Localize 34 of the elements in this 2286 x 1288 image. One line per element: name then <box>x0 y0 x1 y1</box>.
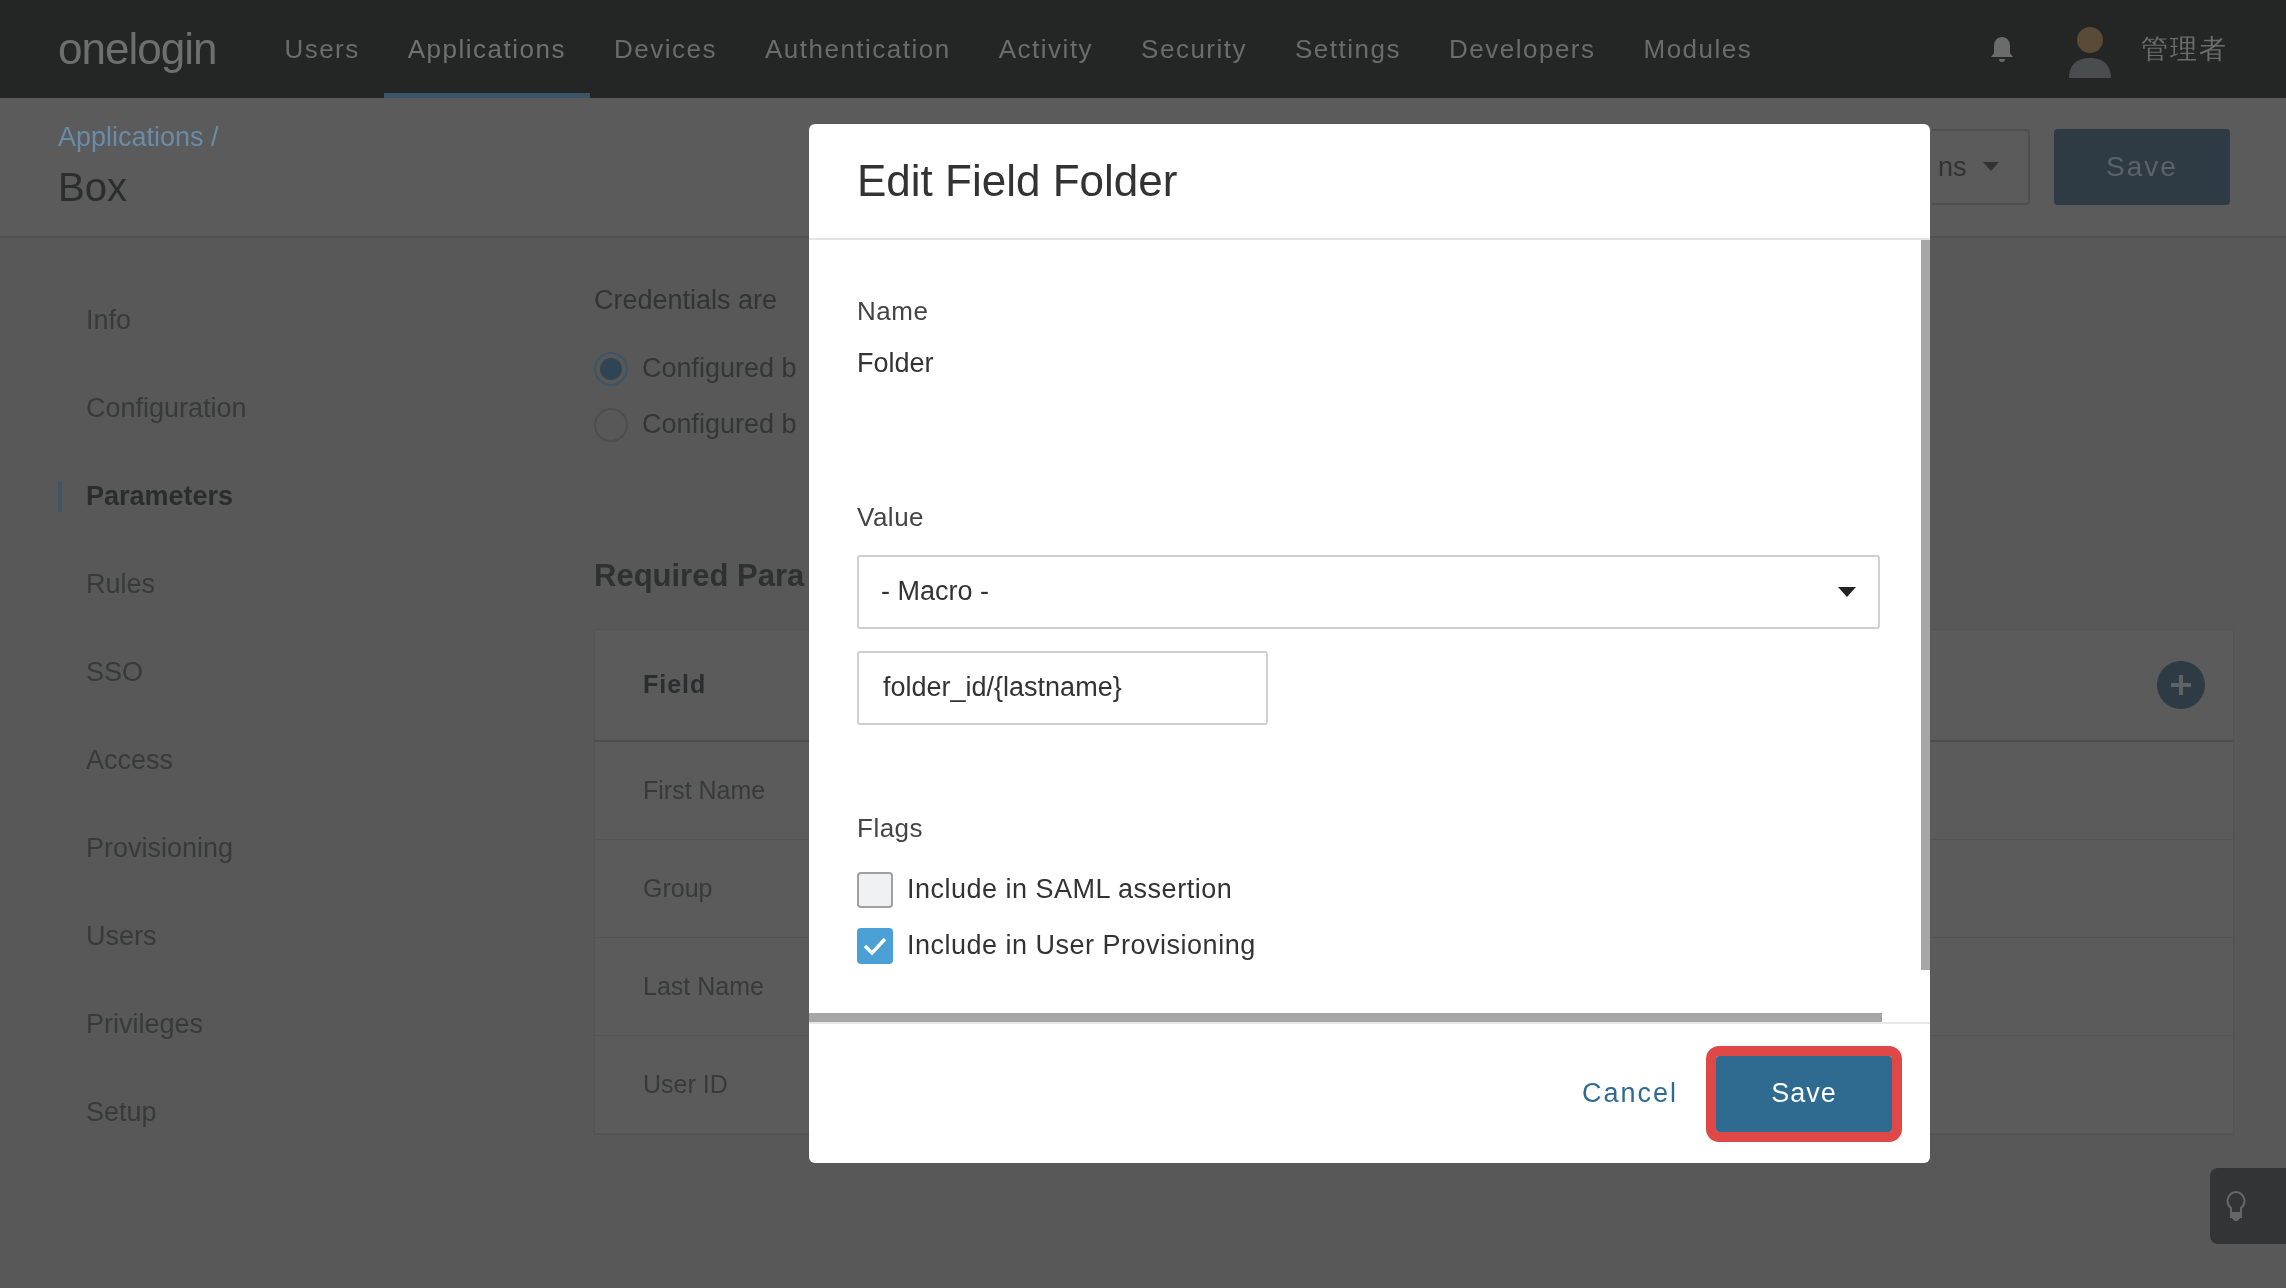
nav-tab[interactable]: Modules <box>1619 0 1777 98</box>
help-tab[interactable] <box>2210 1168 2286 1244</box>
nav-tab[interactable]: Activity <box>974 0 1118 98</box>
logo: onelogin <box>58 23 217 75</box>
nav-tab[interactable]: Users <box>260 0 384 98</box>
checkbox[interactable] <box>857 871 893 908</box>
nav-tab[interactable]: Security <box>1117 0 1272 98</box>
nav-tab[interactable]: Settings <box>1271 0 1425 98</box>
checkmark-icon <box>863 935 887 956</box>
nav-tab[interactable]: Devices <box>590 0 741 98</box>
breadcrumb-link[interactable]: Applications / <box>58 116 219 158</box>
nav-tab[interactable]: Authentication <box>740 0 975 98</box>
bell-icon[interactable] <box>1989 35 2015 63</box>
checkbox-label: Include in User Provisioning <box>907 929 1256 963</box>
plus-icon <box>2169 673 2193 697</box>
checkbox[interactable] <box>857 927 893 964</box>
field-label: Flags <box>857 811 924 845</box>
caret-icon <box>1982 162 1999 172</box>
caret-icon <box>1838 586 1856 597</box>
scrollbar[interactable] <box>1921 240 1930 970</box>
input-field[interactable]: folder_id/{lastname} <box>857 650 1268 725</box>
field-value: Folder <box>857 347 934 380</box>
lightbulb-icon <box>2226 1191 2246 1221</box>
add-button[interactable] <box>2157 661 2205 709</box>
macro-dropdown[interactable]: - Macro - <box>857 554 1880 629</box>
modal-title: Edit Field Folder <box>857 154 1178 207</box>
field-label: Name <box>857 295 929 328</box>
user-name[interactable]: 管理者 <box>2141 28 2228 70</box>
field-label: Value <box>857 500 925 534</box>
checkbox-label: Include in SAML assertion <box>907 873 1233 907</box>
cancel-link[interactable]: Cancel <box>1581 1073 1678 1114</box>
scrollbar[interactable] <box>809 1013 1882 1022</box>
radio-button[interactable] <box>594 351 628 386</box>
nav-tab[interactable]: Developers <box>1425 0 1620 98</box>
